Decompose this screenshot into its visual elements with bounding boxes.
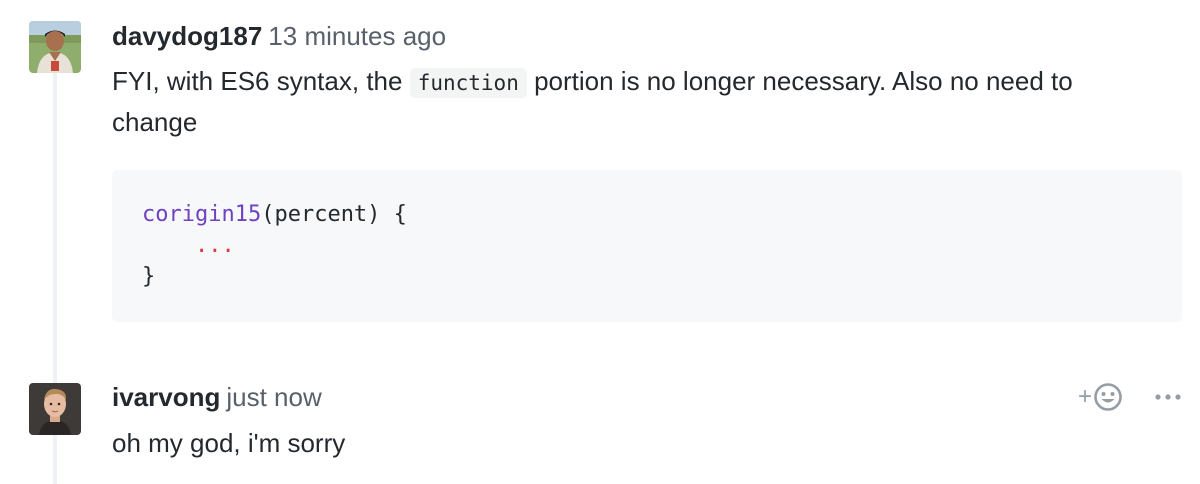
comment-timestamp[interactable]: 13 minutes ago (268, 21, 446, 51)
code-lines: corigin15(percent) { ... } (142, 199, 407, 292)
comment-timestamp[interactable]: just now (226, 382, 321, 412)
avatar-photo-icon (29, 21, 81, 73)
smiley-icon (1094, 383, 1122, 411)
add-reaction-button[interactable]: + (1078, 380, 1123, 414)
avatar-photo-icon (29, 383, 81, 435)
comment-header: davydog187 13 minutes ago (112, 21, 446, 51)
code-block: corigin15(percent) { ... } (112, 170, 1182, 322)
plus-icon: + (1078, 383, 1093, 410)
avatar-davydog187[interactable] (29, 21, 81, 73)
code-function-name: corigin15 (142, 202, 262, 227)
code-text: } (142, 264, 156, 289)
comment-body: FYI, with ES6 syntax, the function porti… (112, 62, 1152, 142)
kebab-horizontal-icon (1155, 394, 1181, 400)
more-options-button[interactable] (1154, 380, 1182, 414)
comment-text: FYI, with ES6 syntax, the (112, 66, 410, 96)
author-link[interactable]: ivarvong (112, 382, 220, 412)
comment-text: oh my god, i'm sorry (112, 428, 346, 458)
comment-header: ivarvong just now (112, 382, 322, 412)
code-ellipsis: ... (194, 233, 235, 258)
inline-code: function (409, 68, 527, 98)
author-link[interactable]: davydog187 (112, 21, 262, 51)
comment-body: oh my god, i'm sorry (112, 424, 345, 463)
avatar-ivarvong[interactable] (29, 383, 81, 435)
code-text: (percent) { (261, 202, 407, 227)
